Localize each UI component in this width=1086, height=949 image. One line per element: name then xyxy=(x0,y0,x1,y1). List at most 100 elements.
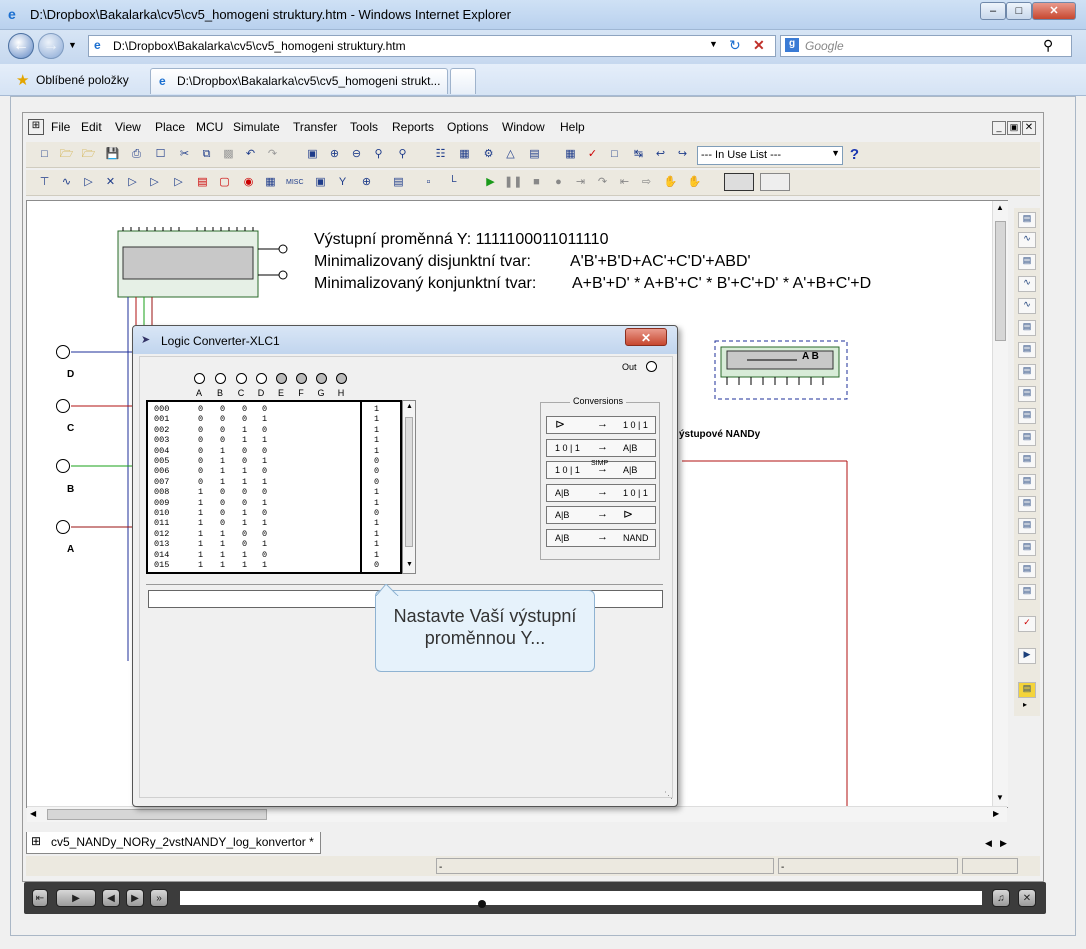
function-generator-icon[interactable]: ∿ xyxy=(1018,232,1036,248)
help-icon[interactable]: ? xyxy=(846,146,863,163)
database-icon[interactable]: ⚙ xyxy=(480,146,497,163)
erc-icon[interactable]: ✓ xyxy=(584,146,601,163)
oscilloscope-icon[interactable]: ∿ xyxy=(1018,276,1036,292)
tektronix-oscilloscope-icon[interactable]: ▤ xyxy=(1018,584,1036,600)
misc-digital-icon[interactable]: ▤ xyxy=(194,174,211,191)
truth-table-row[interactable]: 015 1 1 1 1 0 xyxy=(150,560,400,571)
zoom-fit-icon[interactable]: ⚲ xyxy=(394,146,411,163)
stop-sim-icon[interactable]: ■ xyxy=(528,174,545,191)
conversion-button-5[interactable]: A|B → ⊳ xyxy=(546,506,656,525)
close-button[interactable]: ✕ xyxy=(1032,2,1076,20)
toolbar-more-icon[interactable]: ▸ xyxy=(1023,700,1027,709)
transistor-icon[interactable]: ✕ xyxy=(102,174,119,191)
menu-mcu[interactable]: MCU xyxy=(196,120,223,134)
bode-plotter-icon[interactable]: ▤ xyxy=(1018,320,1036,336)
agilent-multimeter-icon[interactable]: ▤ xyxy=(1018,540,1036,556)
input-node-b[interactable] xyxy=(56,459,70,473)
truth-table-row[interactable]: 011 1 0 1 1 1 xyxy=(150,518,400,529)
truth-table-row[interactable]: 003 0 0 1 1 1 xyxy=(150,435,400,446)
interactive-view-icon[interactable] xyxy=(724,173,754,191)
scroll-left-icon[interactable]: ◀ xyxy=(30,809,36,818)
truth-table-row[interactable]: 002 0 0 1 0 1 xyxy=(150,425,400,436)
multimeter-icon[interactable]: ▤ xyxy=(1018,212,1036,228)
source-icon[interactable]: ⊤ xyxy=(36,174,53,191)
four-channel-oscilloscope-icon[interactable]: ∿ xyxy=(1018,298,1036,314)
forward-button[interactable]: → xyxy=(38,33,64,59)
logic-converter-icon[interactable]: ▤ xyxy=(1018,408,1036,424)
refresh-icon[interactable]: ↻ xyxy=(729,37,741,54)
search-box[interactable]: g Google ⚲ xyxy=(780,35,1072,57)
truth-table-row[interactable]: 012 1 1 0 0 1 xyxy=(150,529,400,540)
wattmeter-icon[interactable]: ▤ xyxy=(1018,254,1036,270)
forward-annotate-icon[interactable]: ↪ xyxy=(674,146,691,163)
advanced-peripherals-icon[interactable]: ▣ xyxy=(312,174,329,191)
conversion-button-3[interactable]: 1 0 | 1 → SIMP A|B xyxy=(546,460,656,480)
zoom-in-icon[interactable]: ⊕ xyxy=(326,146,343,163)
scroll-up-icon[interactable]: ▲ xyxy=(406,403,413,410)
truth-table-scroll-thumb[interactable] xyxy=(405,417,413,547)
back-annotate-icon[interactable]: ↩ xyxy=(652,146,669,163)
menu-transfer[interactable]: Transfer xyxy=(293,120,337,134)
menu-tools[interactable]: Tools xyxy=(350,120,378,134)
horizontal-scrollbar[interactable]: ◀ ▶ xyxy=(27,806,1007,822)
conversion-button-4[interactable]: A|B → 1 0 | 1 xyxy=(546,483,656,502)
toggle-breakpoint-icon[interactable]: ✋ xyxy=(662,174,679,191)
mdi-minimize-button[interactable]: _ xyxy=(992,121,1006,135)
tab-current[interactable]: e D:\Dropbox\Bakalarka\cv5\cv5_homogeni … xyxy=(150,68,448,94)
network-analyzer-icon[interactable]: ▤ xyxy=(1018,496,1036,512)
truth-table-row[interactable]: 000 0 0 0 0 1 xyxy=(150,404,400,415)
menu-help[interactable]: Help xyxy=(560,120,585,134)
menu-window[interactable]: Window xyxy=(502,120,545,134)
input-node-d[interactable] xyxy=(56,345,70,359)
ttl-icon[interactable]: ▷ xyxy=(146,174,163,191)
postprocessor-icon[interactable]: ▦ xyxy=(562,146,579,163)
app-icon[interactable]: ⊞ xyxy=(28,119,44,135)
spectrum-analyzer-icon[interactable]: ▤ xyxy=(1018,474,1036,490)
new-tab-button[interactable] xyxy=(450,68,476,94)
minimize-button[interactable]: – xyxy=(980,2,1006,20)
address-dropdown-icon[interactable]: ▼ xyxy=(709,39,718,49)
search-icon[interactable]: ⚲ xyxy=(1043,37,1053,54)
conversion-button-2[interactable]: 1 0 | 1 → A|B xyxy=(546,438,656,457)
run-icon[interactable]: ▶ xyxy=(482,174,499,191)
terminal-f[interactable] xyxy=(296,373,307,384)
analog-icon[interactable]: ▷ xyxy=(124,174,141,191)
resize-grip-icon[interactable]: ⋱ xyxy=(664,790,673,801)
distortion-analyzer-icon[interactable]: ▤ xyxy=(1018,452,1036,468)
play-button[interactable]: ▶ xyxy=(56,889,96,907)
step-over-icon[interactable]: ↷ xyxy=(594,174,611,191)
maximize-button[interactable]: □ xyxy=(1006,2,1032,20)
truth-table-row[interactable]: 009 1 0 0 1 1 xyxy=(150,498,400,509)
scroll-down-icon[interactable]: ▼ xyxy=(996,793,1004,802)
step-out-icon[interactable]: ⇤ xyxy=(616,174,633,191)
full-screen-icon[interactable]: ▣ xyxy=(304,146,321,163)
menu-edit[interactable]: Edit xyxy=(81,120,102,134)
menu-view[interactable]: View xyxy=(115,120,141,134)
horizontal-scroll-thumb[interactable] xyxy=(47,809,267,820)
bus-icon[interactable]: └ xyxy=(444,174,461,191)
terminal-b[interactable] xyxy=(215,373,226,384)
in-use-list-dropdown[interactable]: --- In Use List --- ▼ xyxy=(697,146,843,165)
misc-icon[interactable]: MISC xyxy=(286,174,304,191)
hierarchy-icon[interactable]: ☷ xyxy=(432,146,449,163)
fast-forward-button[interactable]: » xyxy=(150,889,168,907)
save-icon[interactable]: 💾 xyxy=(104,146,121,163)
undo-icon[interactable]: ↶ xyxy=(242,146,259,163)
copy-icon[interactable]: ⧉ xyxy=(198,146,215,163)
vertical-scroll-thumb[interactable] xyxy=(995,221,1006,341)
vertical-scrollbar[interactable]: ▲ ▼ xyxy=(992,201,1008,807)
frequency-counter-icon[interactable]: ▤ xyxy=(1018,342,1036,358)
truth-table-row[interactable]: 001 0 0 0 1 1 xyxy=(150,414,400,425)
conversion-button-1[interactable]: ⊳ → 1 0 | 1 xyxy=(546,416,656,434)
new-icon[interactable]: □ xyxy=(36,146,53,163)
menu-reports[interactable]: Reports xyxy=(392,120,434,134)
truth-table-row[interactable]: 005 0 1 0 1 0 xyxy=(150,456,400,467)
next-button[interactable]: ▶ xyxy=(126,889,144,907)
logic-analyzer-icon[interactable]: ▤ xyxy=(1018,386,1036,402)
current-probe-icon[interactable]: ▤ xyxy=(1018,682,1036,698)
open-icon[interactable]: 🗁 xyxy=(58,146,75,163)
document-tab[interactable]: ⊞ cv5_NANDy_NORy_2vstNANDY_log_konvertor… xyxy=(26,832,321,854)
favorites-label[interactable]: Oblíbené položky xyxy=(36,73,129,87)
run-to-cursor-icon[interactable]: ⇨ xyxy=(638,174,655,191)
truth-table-row[interactable]: 008 1 0 0 0 1 xyxy=(150,487,400,498)
